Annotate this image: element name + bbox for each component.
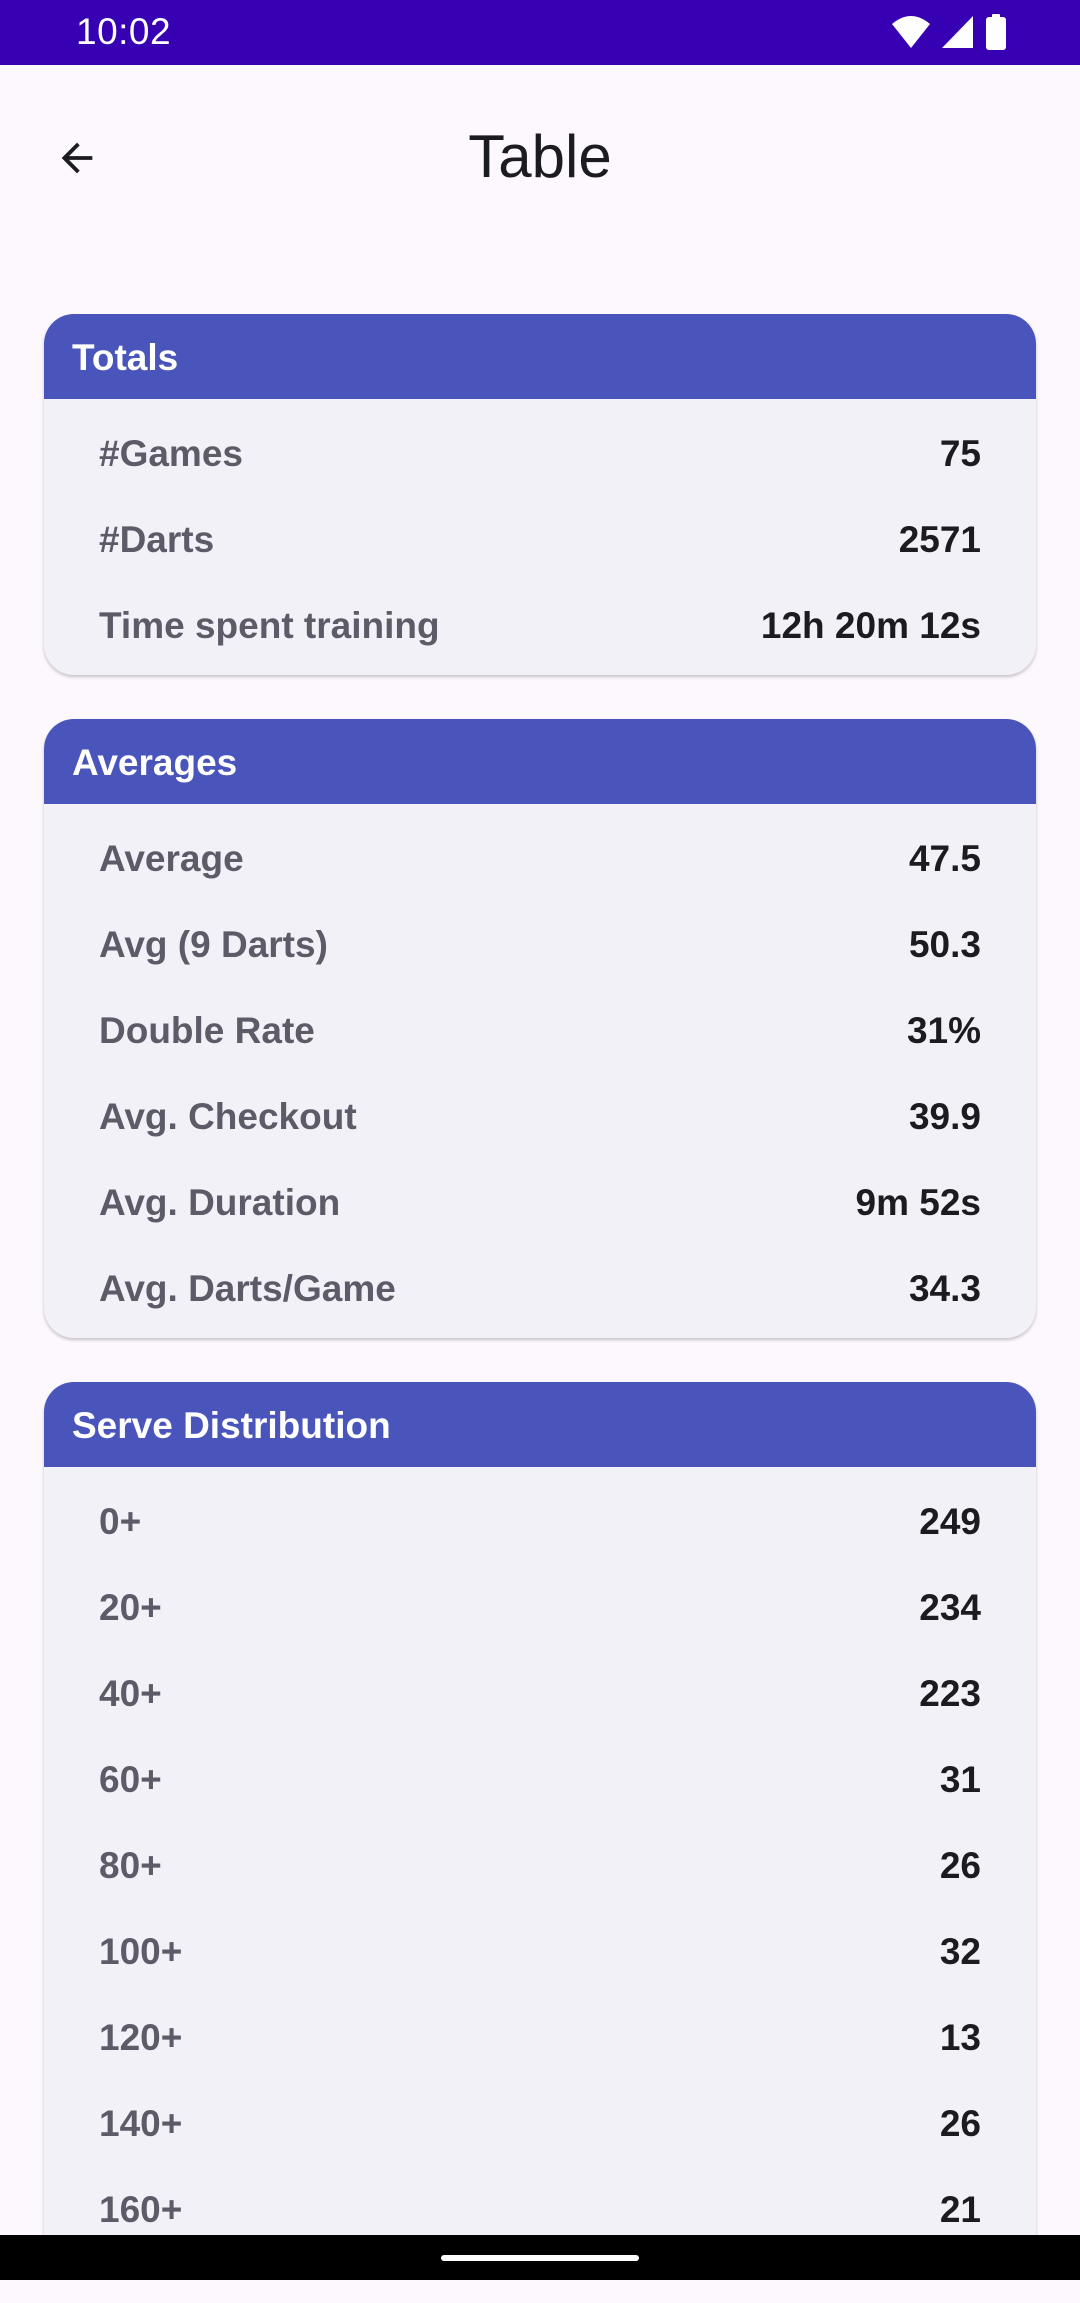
stat-label: #Darts: [99, 519, 215, 560]
stat-row-darts: #Darts 2571: [99, 497, 981, 583]
stat-row-80-plus: 80+ 26: [99, 1823, 981, 1909]
stat-label: 20+: [99, 1587, 162, 1628]
status-icons: [891, 14, 1007, 50]
stat-value: 223: [919, 1673, 981, 1714]
stat-row-120-plus: 120+ 13: [99, 1995, 981, 2081]
averages-card: Averages Average 47.5 Avg (9 Darts) 50.3…: [44, 719, 1036, 1338]
wifi-icon: [892, 16, 930, 48]
stat-row-average: Average 47.5: [99, 816, 981, 902]
stat-value: 12h 20m 12s: [760, 605, 981, 646]
navigation-bar: [0, 2235, 1080, 2280]
stat-label: Double Rate: [99, 1010, 315, 1051]
stat-value: 75: [939, 433, 981, 474]
stat-value: 31: [939, 1759, 981, 1800]
cellular-signal-icon: [942, 16, 973, 48]
card-body-averages: Average 47.5 Avg (9 Darts) 50.3 Double R…: [44, 804, 1036, 1338]
stat-label: #Games: [99, 433, 243, 474]
stat-label: 60+: [99, 1759, 162, 1800]
stat-value: 249: [919, 1501, 981, 1542]
totals-card: Totals #Games 75 #Darts 2571 Time spent …: [44, 314, 1036, 675]
stat-value: 34.3: [908, 1268, 981, 1309]
status-bar: 10:02: [0, 0, 1080, 65]
stat-value: 234: [919, 1587, 981, 1628]
stat-label: Average: [99, 838, 244, 879]
stat-row-avg-duration: Avg. Duration 9m 52s: [99, 1160, 981, 1246]
stat-label: 100+: [99, 1931, 183, 1972]
stat-value: 21: [939, 2189, 981, 2230]
stat-row-games: #Games 75: [99, 411, 981, 497]
status-time: 10:02: [76, 11, 172, 52]
stat-value: 50.3: [908, 924, 981, 965]
stat-label: Avg. Checkout: [99, 1096, 357, 1137]
stat-label: Time spent training: [99, 605, 440, 646]
stat-value: 26: [939, 2103, 981, 2144]
stat-row-60-plus: 60+ 31: [99, 1737, 981, 1823]
stat-row-avg-checkout: Avg. Checkout 39.9: [99, 1074, 981, 1160]
stat-label: 0+: [99, 1501, 142, 1542]
card-header-averages: Averages: [44, 719, 1036, 804]
stat-value: 26: [939, 1845, 981, 1886]
serve-distribution-card: Serve Distribution 0+ 249 20+ 234 40+ 22…: [44, 1382, 1036, 2259]
card-header-totals: Totals: [44, 314, 1036, 399]
stat-value: 9m 52s: [855, 1182, 982, 1223]
stat-row-100-plus: 100+ 32: [99, 1909, 981, 1995]
stat-value: 13: [939, 2017, 981, 2058]
stat-row-double-rate: Double Rate 31%: [99, 988, 981, 1074]
stat-value: 32: [939, 1931, 981, 1972]
stat-label: 120+: [99, 2017, 183, 2058]
stat-label: Avg. Darts/Game: [99, 1268, 396, 1309]
stat-label: 80+: [99, 1845, 162, 1886]
home-gesture-handle[interactable]: [441, 2255, 639, 2261]
stat-value: 39.9: [908, 1096, 981, 1137]
stat-row-avg-9-darts: Avg (9 Darts) 50.3: [99, 902, 981, 988]
stat-value: 2571: [898, 519, 981, 560]
stat-value: 31%: [906, 1010, 981, 1051]
page-title: Table: [468, 123, 612, 190]
battery-icon: [986, 14, 1006, 50]
stat-row-0-plus: 0+ 249: [99, 1479, 981, 1565]
stat-label: Avg. Duration: [99, 1182, 341, 1223]
card-body-totals: #Games 75 #Darts 2571 Time spent trainin…: [44, 399, 1036, 675]
stat-label: Avg (9 Darts): [99, 924, 328, 965]
stat-value: 47.5: [908, 838, 981, 879]
stat-row-avg-darts-per-game: Avg. Darts/Game 34.3: [99, 1246, 981, 1332]
stat-label: 140+: [99, 2103, 183, 2144]
stat-row-time-spent: Time spent training 12h 20m 12s: [99, 583, 981, 669]
stat-label: 40+: [99, 1673, 162, 1714]
stat-row-40-plus: 40+ 223: [99, 1651, 981, 1737]
stat-label: 160+: [99, 2189, 183, 2230]
stats-content[interactable]: Totals #Games 75 #Darts 2571 Time spent …: [44, 314, 1036, 2303]
card-body-serve-distribution: 0+ 249 20+ 234 40+ 223 60+ 31 80+ 26 100…: [44, 1467, 1036, 2259]
stat-row-20-plus: 20+ 234: [99, 1565, 981, 1651]
card-header-serve-distribution: Serve Distribution: [44, 1382, 1036, 1467]
app-bar: Table: [0, 65, 1080, 245]
stat-row-140-plus: 140+ 26: [99, 2081, 981, 2167]
